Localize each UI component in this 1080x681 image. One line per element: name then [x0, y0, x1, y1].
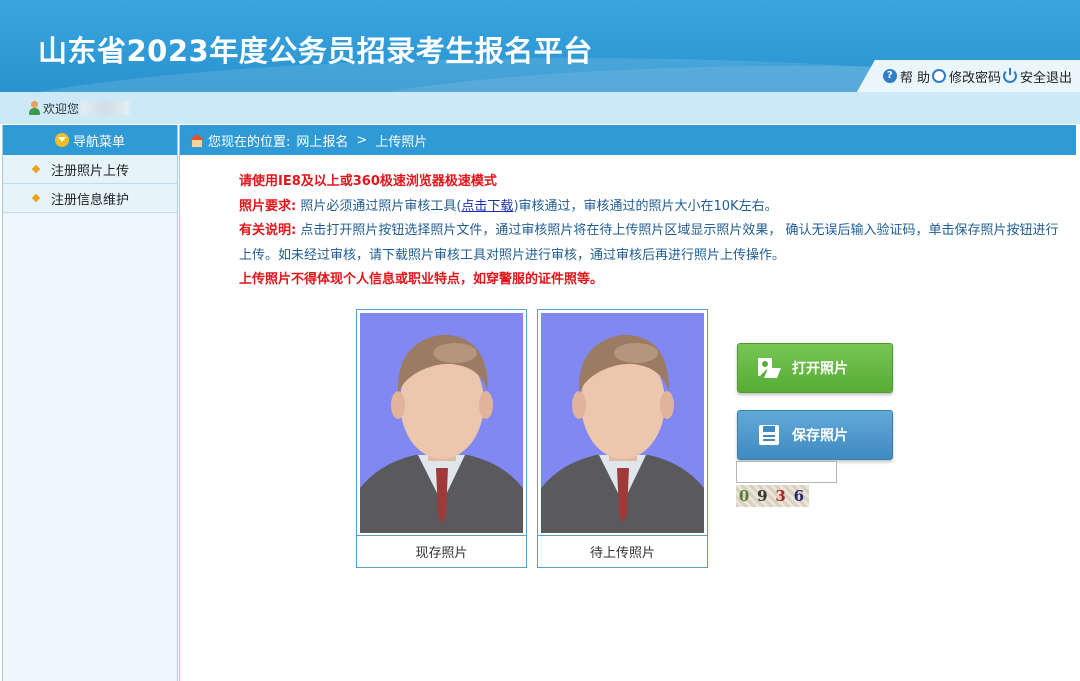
photo-requirements: 照片要求: 照片必须通过照片审核工具(点击下载)审核通过，审核通过的照片大小在1… — [239, 195, 1059, 220]
breadcrumb-item-current: 上传照片 — [375, 134, 428, 150]
main-panel: 您现在的位置: 网上报名 > 上传照片 请使用IE8及以上或360极速浏览器极速… — [179, 125, 1076, 681]
pending-photo-placeholder — [541, 313, 704, 533]
sidebar-item-label: 注册信息维护 — [51, 192, 130, 208]
home-icon — [190, 133, 204, 147]
captcha-char: 3 — [775, 487, 788, 505]
open-folder-icon — [756, 355, 782, 381]
breadcrumb: 您现在的位置: 网上报名 > 上传照片 — [180, 125, 1076, 155]
sidebar-item-photo-upload[interactable]: 注册照片上传 — [3, 155, 177, 184]
user-icon — [28, 101, 41, 115]
logout-label: 安全退出 — [1019, 70, 1072, 86]
change-password-label: 修改密码 — [948, 70, 1001, 86]
captcha-input[interactable] — [736, 461, 837, 483]
save-icon — [756, 422, 782, 448]
captcha-char: 9 — [757, 487, 770, 505]
requirements-text: 照片必须通过照片审核工具( — [300, 198, 462, 214]
bullet-icon — [31, 164, 41, 174]
pending-photo-caption: 待上传照片 — [538, 535, 707, 567]
open-photo-label: 打开照片 — [792, 361, 848, 377]
sidebar-item-label: 注册照片上传 — [51, 163, 130, 179]
key-icon — [931, 69, 946, 83]
save-photo-button[interactable]: 保存照片 — [737, 410, 893, 460]
nav-menu-header[interactable]: 导航菜单 — [3, 125, 177, 155]
welcome-bar: 欢迎您 — [0, 92, 1080, 124]
header-toolbar: ? 帮 助 修改密码 安全退出 — [856, 60, 1080, 92]
redacted-username — [81, 101, 130, 115]
chevron-down-icon — [54, 133, 69, 147]
bullet-icon — [31, 193, 41, 203]
current-photo-caption: 现存照片 — [357, 535, 526, 567]
help-label: 帮 助 — [899, 70, 930, 86]
logout-link[interactable]: 安全退出 — [1002, 67, 1072, 86]
change-password-link[interactable]: 修改密码 — [931, 67, 1001, 86]
requirements-text-2: )审核通过，审核通过的照片大小在10K左右。 — [513, 198, 778, 214]
captcha-char: 6 — [793, 487, 807, 505]
requirements-label: 照片要求: — [239, 198, 297, 214]
header-banner: 山东省2023年度公务员招录考生报名平台 ? 帮 助 修改密码 安全退出 — [0, 0, 1080, 92]
description-label: 有关说明: — [239, 223, 297, 238]
open-photo-button[interactable]: 打开照片 — [737, 343, 893, 393]
breadcrumb-separator: > — [356, 132, 368, 148]
welcome-label: 欢迎您 — [43, 101, 80, 116]
breadcrumb-prefix: 您现在的位置: — [208, 134, 291, 150]
download-tool-link[interactable]: 点击下载 — [461, 199, 513, 214]
description-text: 点击打开照片按钮选择照片文件，通过审核照片将在待上传照片区域显示照片效果， 确认… — [239, 223, 1059, 263]
power-icon — [1002, 68, 1017, 83]
help-link[interactable]: ? 帮 助 — [882, 67, 930, 86]
site-title: 山东省2023年度公务员招录考生报名平台 — [38, 34, 593, 68]
nav-menu-title: 导航菜单 — [72, 134, 125, 150]
instructions: 请使用IE8及以上或360极速浏览器极速模式 照片要求: 照片必须通过照片审核工… — [239, 170, 1059, 293]
browser-notice: 请使用IE8及以上或360极速浏览器极速模式 — [239, 174, 497, 189]
captcha-char: 0 — [738, 487, 752, 505]
pending-photo-frame: 待上传照片 — [537, 309, 708, 568]
sidebar-item-info-maintenance[interactable]: 注册信息维护 — [3, 184, 177, 213]
breadcrumb-item[interactable]: 网上报名 — [296, 131, 348, 150]
captcha-image[interactable]: 0 9 3 6 — [736, 485, 809, 507]
save-photo-label: 保存照片 — [792, 428, 848, 444]
current-photo-frame: 现存照片 — [356, 309, 527, 568]
current-photo-placeholder — [360, 313, 523, 533]
sidebar: 导航菜单 注册照片上传 注册信息维护 — [2, 125, 178, 681]
photo-warning: 上传照片不得体现个人信息或职业特点，如穿警服的证件照等。 — [239, 272, 604, 287]
help-icon: ? — [882, 69, 897, 83]
upload-description: 有关说明: 点击打开照片按钮选择照片文件，通过审核照片将在待上传照片区域显示照片… — [239, 219, 1059, 268]
